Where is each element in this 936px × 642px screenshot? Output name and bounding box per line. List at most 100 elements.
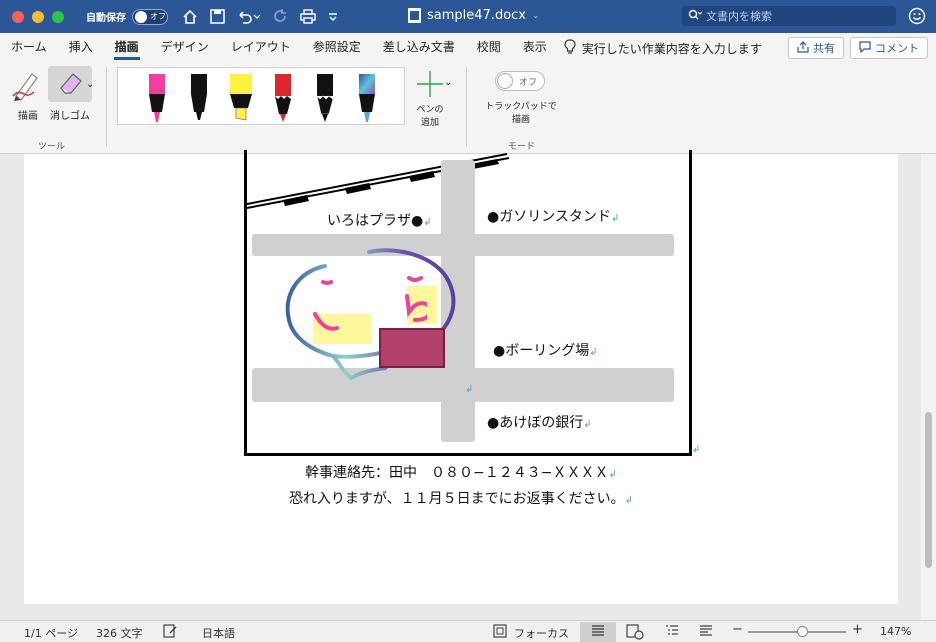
highlighter-yellow[interactable] xyxy=(228,74,254,129)
focus-icon[interactable] xyxy=(493,624,507,641)
feedback-smiley-icon[interactable] xyxy=(908,7,926,28)
tab-layout[interactable]: レイアウト xyxy=(220,33,302,63)
home-icon[interactable] xyxy=(182,9,198,25)
zoom-out-icon[interactable]: − xyxy=(732,622,743,637)
share-icon xyxy=(797,40,809,56)
zoom-in-icon[interactable]: + xyxy=(852,622,863,637)
place-label-bowling: ●ボーリング場↲ xyxy=(493,340,598,360)
share-button[interactable]: 共有 xyxy=(788,37,844,59)
paragraph-mark: ↲ xyxy=(423,217,432,228)
vertical-scrollbar[interactable] xyxy=(921,154,936,620)
trackpad-draw-toggle[interactable]: オフ xyxy=(495,71,545,91)
tools-group-label: ツール xyxy=(38,142,66,152)
pen-galaxy[interactable] xyxy=(356,74,378,129)
contact-text: 幹事連絡先：田中 ０８０−１２４３−ＸＸＸＸ xyxy=(305,465,609,481)
word-doc-icon xyxy=(408,8,421,23)
place-label-iroha-plaza: いろはプラザ●↲ xyxy=(327,210,432,230)
autosave-label: 自動保存 xyxy=(86,13,126,24)
document-canvas: いろはプラザ●↲ ●ガソリンスタンド↲ ●ボーリング場↲ ●あけぼの銀行↲ ↲ … xyxy=(0,150,936,620)
paragraph-mark: ↲ xyxy=(608,469,617,480)
eraser-tool-label: 消しゴム xyxy=(50,111,90,122)
undo-icon[interactable] xyxy=(237,9,261,24)
eraser-tool-caption: 消しゴム xyxy=(48,105,92,122)
close-window-button[interactable] xyxy=(12,10,24,23)
zoom-slider-knob[interactable] xyxy=(797,626,808,637)
pencil-red[interactable] xyxy=(272,74,294,129)
document-name: sample47.docx xyxy=(427,8,526,23)
draft-view-icon[interactable] xyxy=(698,624,714,641)
draw-ribbon: 描画 消しゴム ⌄ ツール ペンの 追加 ⌄ オフ トラックパッドで 描画 モー… xyxy=(0,63,936,154)
pencil-draw-icon xyxy=(10,73,46,105)
minimize-window-button[interactable] xyxy=(32,10,44,23)
page-count[interactable]: 1/1 ページ xyxy=(24,625,78,641)
add-pen-plus-icon xyxy=(416,71,444,102)
zoom-window-button[interactable] xyxy=(52,10,64,23)
eraser-icon xyxy=(55,73,85,101)
print-icon[interactable] xyxy=(300,9,316,24)
word-count[interactable]: 326 文字 xyxy=(96,625,143,641)
place-text: ●ガソリンスタンド xyxy=(487,209,611,225)
tab-home[interactable]: ホーム xyxy=(0,33,58,63)
tab-design[interactable]: デザイン xyxy=(150,33,220,63)
status-bar: 1/1 ページ 326 文字 日本語 フォーカス − + 147% xyxy=(0,620,936,642)
web-layout-icon[interactable] xyxy=(626,624,644,642)
scrollbar-thumb[interactable] xyxy=(925,412,932,568)
reply-request-line[interactable]: 恐れ入りますが、１１月５日までにお返事ください。↲ xyxy=(24,488,898,508)
lightbulb-icon xyxy=(564,38,576,58)
pen-black[interactable] xyxy=(188,74,210,129)
zoom-level[interactable]: 147% xyxy=(880,625,911,638)
autosave-state: オフ xyxy=(150,12,166,21)
share-label: 共有 xyxy=(813,42,835,55)
tab-references[interactable]: 参照設定 xyxy=(302,33,372,63)
add-pen-chevron-icon[interactable]: ⌄ xyxy=(444,77,452,88)
draw-tool-label: 描画 xyxy=(18,111,38,122)
map-figure[interactable]: いろはプラザ●↲ ●ガソリンスタンド ↲ ●ボーリング場↲ ●あけぼの銀行 ↲ ↲ xyxy=(244,150,692,456)
paragraph-mark: ↲ xyxy=(692,444,701,455)
pencil-black[interactable] xyxy=(314,74,336,129)
redo-icon[interactable] xyxy=(273,9,288,24)
comment-label: コメント xyxy=(875,42,919,55)
save-icon[interactable] xyxy=(210,9,225,24)
customize-toolbar-icon[interactable] xyxy=(328,12,338,22)
contact-line[interactable]: 幹事連絡先：田中 ０８０−１２４３−ＸＸＸＸ↲ xyxy=(24,462,898,482)
autosave-toggle[interactable]: オフ xyxy=(132,8,168,25)
place-text: ●あけぼの銀行 xyxy=(487,415,584,431)
tell-me-text: 実行したい作業内容を入力します xyxy=(581,41,762,56)
proofing-icon[interactable] xyxy=(162,623,178,642)
search-box[interactable]: 文書内を検索 xyxy=(682,6,896,26)
tab-review[interactable]: 校閲 xyxy=(466,33,512,63)
ribbon-separator xyxy=(106,67,107,147)
tab-mailings[interactable]: 差し込み文書 xyxy=(372,33,466,63)
tell-me-box[interactable]: 実行したい作業内容を入力します xyxy=(564,38,762,58)
tab-insert[interactable]: 挿入 xyxy=(58,33,104,63)
comment-icon xyxy=(859,40,871,56)
draw-tool-button[interactable]: 描画 xyxy=(6,66,50,122)
outline-view-icon[interactable] xyxy=(664,624,680,641)
autosave: 自動保存 オフ xyxy=(86,8,168,25)
trackpad-label-line1: トラックパッドで xyxy=(485,102,557,112)
tab-view[interactable]: 表示 xyxy=(512,33,558,63)
pen-pink[interactable] xyxy=(146,74,168,129)
trackpad-draw-label: トラックパッドで 描画 xyxy=(478,101,564,127)
window-controls xyxy=(12,10,64,23)
pen-gallery xyxy=(117,67,405,125)
language-indicator[interactable]: 日本語 xyxy=(202,625,235,641)
document-title[interactable]: sample47.docx ⌄ xyxy=(408,8,540,23)
chevron-down-icon: ⌄ xyxy=(532,10,540,21)
paragraph-mark: ↲ xyxy=(465,384,474,395)
paragraph-mark: ↲ xyxy=(624,495,634,506)
tab-draw[interactable]: 描画 xyxy=(104,33,150,63)
trackpad-label-line2: 描画 xyxy=(511,115,530,125)
comment-button[interactable]: コメント xyxy=(850,37,928,59)
reply-request-text: 恐れ入りますが、１１月５日までにお返事ください。 xyxy=(288,491,625,507)
paragraph-mark: ↲ xyxy=(589,347,598,358)
search-icon xyxy=(688,9,703,24)
add-pen-label-line1: ペンの xyxy=(416,105,444,115)
ribbon-separator xyxy=(466,67,467,147)
eraser-dropdown-chevron-icon[interactable]: ⌄ xyxy=(86,79,94,90)
trackpad-toggle-state: オフ xyxy=(519,77,538,88)
search-placeholder: 文書内を検索 xyxy=(706,10,772,23)
toggle-knob xyxy=(497,73,513,89)
focus-mode-label[interactable]: フォーカス xyxy=(514,625,569,641)
meeting-venue-building xyxy=(379,328,445,368)
